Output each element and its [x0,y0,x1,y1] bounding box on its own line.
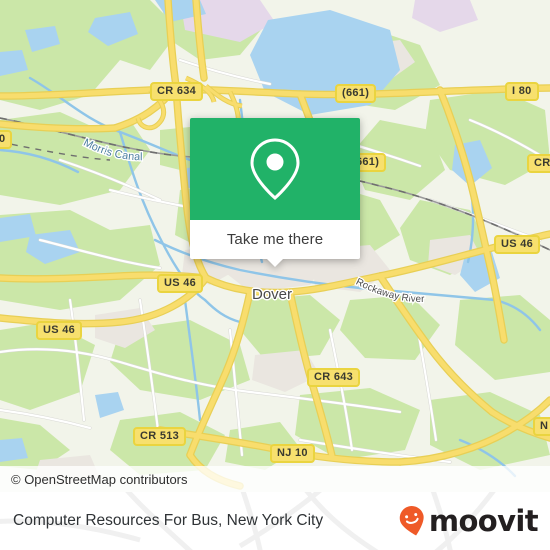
take-me-there-label: Take me there [226,231,324,248]
road-shield-cr-clipped: CR [527,154,550,173]
road-shield-cr-634: CR 634 [150,82,204,101]
road-shield-i-80: I 80 [505,82,539,101]
map-attribution-bar: © OpenStreetMap contributors [0,466,550,492]
place-title: Computer Resources For Bus, New York Cit… [13,512,324,529]
map-canvas[interactable]: Morris Canal Rockaway River Dover CR 634… [0,0,550,492]
popup-header [190,118,360,220]
city-label-dover: Dover [252,286,293,303]
water-label-morris-canal: Morris Canal [81,137,142,164]
footer-bar: Computer Resources For Bus, New York Cit… [0,492,550,550]
road-shield-us-46-left: US 46 [36,321,83,340]
road-shield-us-46-mid: US 46 [157,274,204,293]
road-shield-us-46-right: US 46 [494,235,541,254]
map-page: Morris Canal Rockaway River Dover CR 634… [0,0,550,550]
road-shield-cr-643: CR 643 [307,368,361,387]
road-shield-nj-10-clipped: N [533,417,550,436]
osm-attribution-text: © OpenStreetMap contributors [11,471,188,487]
popup-footer[interactable]: Take me there [190,220,360,267]
road-shield-661-top: (661) [335,84,377,103]
road-shield-nj-10: NJ 10 [270,444,315,463]
road-shield-i-80-clipped: 0 [0,130,13,149]
moovit-pin-icon [399,506,424,536]
location-popup[interactable]: Take me there [190,118,360,267]
popup-pointer [266,258,284,267]
moovit-logo[interactable]: moovit [397,492,539,550]
moovit-wordmark: moovit [428,503,539,538]
road-shield-cr-513: CR 513 [133,427,187,446]
water-label-rockaway-river: Rockaway River [354,277,425,305]
map-pin-icon [250,138,300,200]
